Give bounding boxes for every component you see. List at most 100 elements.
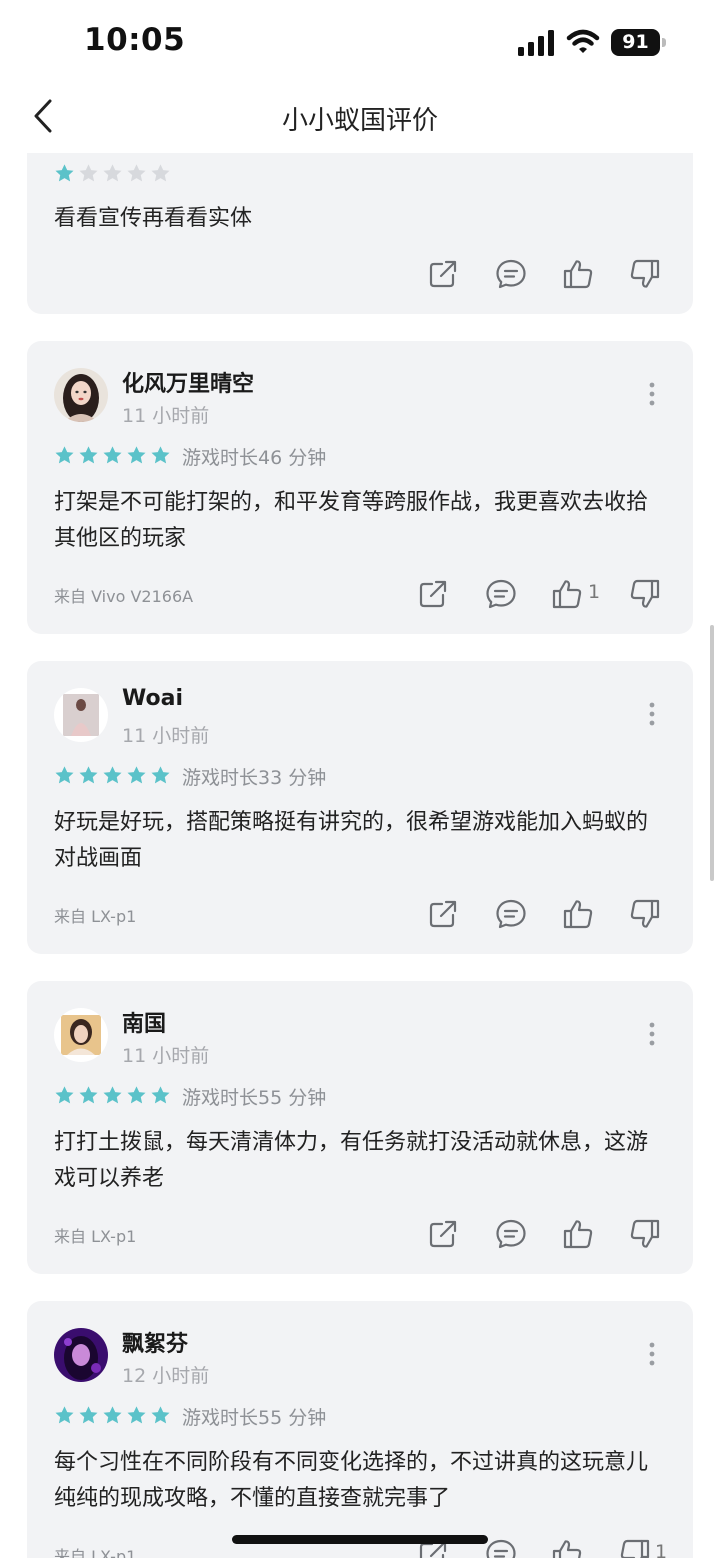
star-filled-icon [78, 1085, 99, 1106]
star-filled-icon [150, 1405, 171, 1426]
avatar[interactable] [54, 1008, 108, 1062]
review-actions [27, 257, 693, 293]
rating-stars [54, 1405, 171, 1427]
share-button[interactable] [426, 897, 460, 931]
star-filled-icon [78, 765, 99, 786]
thumbs-down-icon [628, 897, 662, 931]
star-filled-icon [78, 445, 99, 466]
play-time: 游戏时长55 分钟 [182, 1087, 327, 1109]
dislike-count: 1 [655, 1541, 668, 1558]
rating-stars [54, 163, 171, 185]
review-actions [27, 897, 693, 933]
star-filled-icon [126, 765, 147, 786]
review-actions: 1 [27, 577, 693, 613]
cellular-signal-icon [518, 30, 554, 56]
star-filled-icon [54, 1405, 75, 1426]
review-text: 好玩是好玩，搭配策略挺有讲究的，很希望游戏能加入蚂蚁的对战画面 [54, 810, 649, 871]
like-button[interactable] [550, 1537, 584, 1558]
review-text: 看看宣传再看看实体 [54, 206, 253, 231]
star-empty-icon [126, 163, 147, 184]
thumbs-down-icon [628, 577, 662, 611]
more-options-icon[interactable] [642, 1341, 662, 1367]
like-button[interactable] [561, 897, 595, 931]
star-filled-icon [150, 445, 171, 466]
more-options-icon[interactable] [642, 381, 662, 407]
review-card: 飘絮芬 12 小时前 游戏时长55 分钟 每个习性在不同阶段有不同变化选择的，不… [27, 1301, 693, 1558]
star-filled-icon [54, 1085, 75, 1106]
star-filled-icon [102, 445, 123, 466]
avatar[interactable] [54, 688, 108, 742]
like-button[interactable] [561, 1217, 595, 1251]
comment-button[interactable] [494, 257, 528, 291]
more-options-icon[interactable] [642, 701, 662, 727]
review-text: 打架是不可能打架的，和平发育等跨服作战，我更喜欢去收拾其他区的玩家 [54, 490, 649, 551]
play-time: 游戏时长33 分钟 [182, 767, 327, 789]
star-empty-icon [78, 163, 99, 184]
like-count: 1 [588, 581, 601, 603]
like-button[interactable] [550, 577, 584, 611]
status-bar: 10:05 91 [0, 0, 720, 86]
dislike-button[interactable] [628, 1217, 662, 1251]
comment-icon [484, 1537, 518, 1558]
star-filled-icon [54, 445, 75, 466]
post-time: 11 小时前 [122, 1045, 210, 1067]
comment-icon [494, 1217, 528, 1251]
rating-stars [54, 445, 171, 467]
thumbs-up-icon [561, 257, 595, 291]
avatar[interactable] [54, 368, 108, 422]
star-filled-icon [126, 1405, 147, 1426]
dislike-button[interactable] [628, 257, 662, 291]
username[interactable]: 化风万里晴空 [122, 366, 254, 398]
thumbs-up-icon [561, 897, 595, 931]
review-actions [27, 1217, 693, 1253]
post-time: 11 小时前 [122, 405, 210, 427]
avatar[interactable] [54, 1328, 108, 1382]
play-time: 游戏时长46 分钟 [182, 447, 327, 469]
username[interactable]: 飘絮芬 [122, 1326, 188, 1358]
play-time: 游戏时长55 分钟 [182, 1407, 327, 1429]
star-filled-icon [126, 1085, 147, 1106]
review-text: 每个习性在不同阶段有不同变化选择的，不过讲真的这玩意儿纯纯的现成攻略，不懂的直接… [54, 1450, 649, 1511]
star-filled-icon [150, 1085, 171, 1106]
comment-button[interactable] [494, 897, 528, 931]
comment-icon [494, 257, 528, 291]
share-button[interactable] [426, 1217, 460, 1251]
post-time: 11 小时前 [122, 725, 210, 747]
battery-level: 91 [611, 29, 660, 56]
share-icon [426, 257, 460, 291]
like-button[interactable] [561, 257, 595, 291]
review-list[interactable]: 看看宣传再看看实体 化风万里晴空 11 小时前 游戏时长46 分钟 打架是不可能… [0, 153, 720, 1558]
scrollbar[interactable] [710, 625, 714, 881]
rating-stars [54, 765, 171, 787]
home-indicator[interactable] [232, 1535, 488, 1544]
page-title: 小小蚁国评价 [281, 106, 438, 136]
star-filled-icon [102, 1405, 123, 1426]
more-options-icon[interactable] [642, 1021, 662, 1047]
wifi-icon [566, 29, 600, 53]
star-filled-icon [126, 445, 147, 466]
comment-icon [484, 577, 518, 611]
thumbs-up-icon [550, 577, 584, 611]
star-filled-icon [150, 765, 171, 786]
star-filled-icon [102, 765, 123, 786]
dislike-button[interactable] [618, 1537, 652, 1558]
comment-button[interactable] [484, 1537, 518, 1558]
username[interactable]: 南国 [122, 1006, 166, 1038]
post-time: 12 小时前 [122, 1365, 210, 1387]
review-text: 打打土拨鼠，每天清清体力，有任务就打没活动就休息，这游戏可以养老 [54, 1130, 649, 1191]
share-button[interactable] [416, 577, 450, 611]
status-time: 10:05 [84, 22, 186, 58]
comment-button[interactable] [484, 577, 518, 611]
thumbs-up-icon [550, 1537, 584, 1558]
review-card: 看看宣传再看看实体 [27, 153, 693, 314]
dislike-button[interactable] [628, 897, 662, 931]
nav-bar: 小小蚁国评价 [0, 86, 720, 152]
username[interactable]: Woai [122, 686, 183, 711]
share-icon [426, 1217, 460, 1251]
star-empty-icon [150, 163, 171, 184]
comment-icon [494, 897, 528, 931]
battery-tip [662, 38, 666, 47]
comment-button[interactable] [494, 1217, 528, 1251]
dislike-button[interactable] [628, 577, 662, 611]
share-button[interactable] [426, 257, 460, 291]
